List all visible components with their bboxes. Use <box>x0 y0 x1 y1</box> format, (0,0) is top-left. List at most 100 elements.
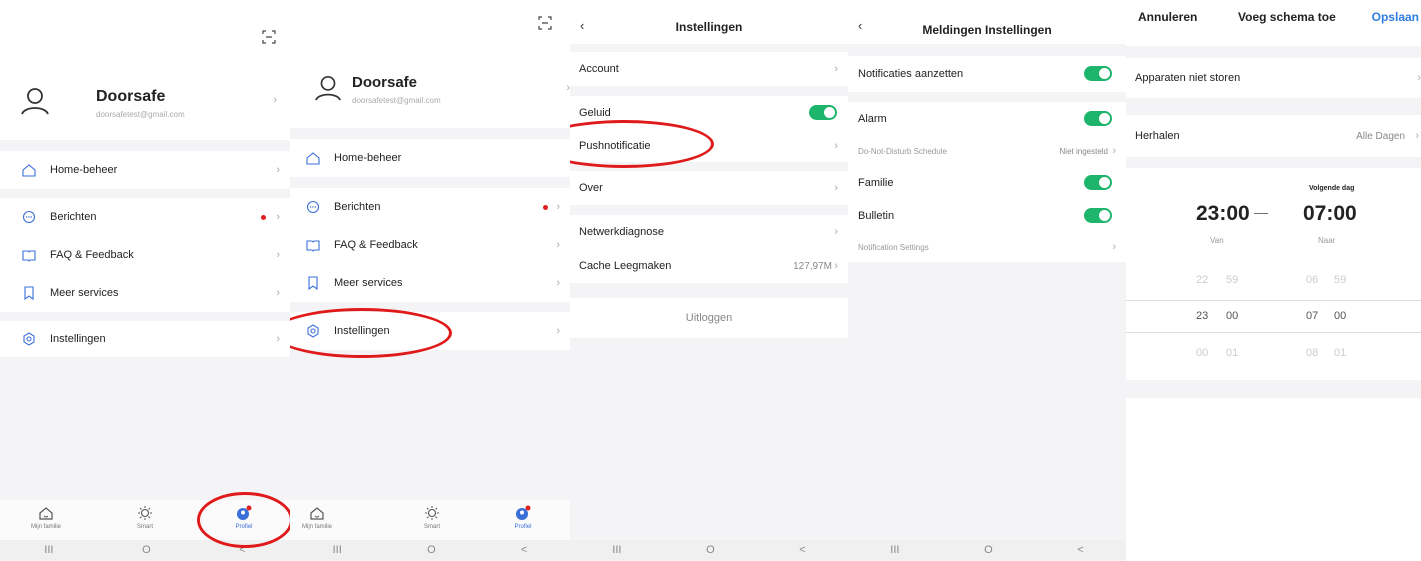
menu-item-label: FAQ & Feedback <box>334 239 418 251</box>
from-label: Van <box>1210 236 1224 245</box>
recent-apps-button[interactable]: III <box>44 544 53 556</box>
menu-item-label: Meer services <box>50 287 119 299</box>
bookmark-icon <box>22 286 36 301</box>
profile-header[interactable]: Doorsafe doorsafetest@gmail.com › <box>314 72 570 112</box>
system-nav-bar: III O < <box>290 540 570 560</box>
enable-toggle[interactable] <box>1084 66 1112 81</box>
menu-item-faq[interactable]: FAQ & Feedback › <box>0 236 290 274</box>
sun-icon <box>138 506 152 520</box>
nav-item-smart[interactable]: Smart <box>120 505 170 530</box>
minute-value: 00 <box>1226 310 1239 322</box>
alarm-toggle[interactable] <box>1084 111 1112 126</box>
back-button[interactable]: < <box>1077 544 1083 556</box>
chevron-right-icon: › <box>276 333 280 345</box>
notification-settings-screen: ‹ Meldingen Instellingen Notificaties aa… <box>848 0 1126 561</box>
notif-enable[interactable]: Notificaties aanzetten <box>848 56 1126 92</box>
back-button[interactable]: < <box>799 544 805 556</box>
highlight-oval-settings <box>290 308 452 358</box>
nav-label: Smart <box>423 524 440 530</box>
nav-item-family[interactable]: Mijn familie <box>21 505 71 530</box>
notif-dnd[interactable]: Do-Not-Disturb Schedule Niet ingesteld › <box>848 136 1126 166</box>
avatar-icon <box>314 74 342 107</box>
menu-item-label: Berichten <box>50 211 97 223</box>
notif-family[interactable]: Familie <box>848 166 1126 200</box>
home-button[interactable]: O <box>706 544 715 556</box>
notif-alarm[interactable]: Alarm <box>848 102 1126 136</box>
message-icon <box>306 200 320 214</box>
sound-toggle[interactable] <box>809 105 837 120</box>
minute-value: 00 <box>1334 310 1347 322</box>
dnd-value: Niet ingesteld <box>1059 146 1108 156</box>
menu-item-settings[interactable]: Instellingen › <box>0 321 290 357</box>
nav-item-family[interactable]: Mijn familie <box>292 505 342 530</box>
cancel-button[interactable]: Annuleren <box>1138 10 1197 24</box>
nav-label: Profiel <box>514 524 532 530</box>
profile-icon <box>516 505 531 520</box>
book-icon <box>306 238 320 252</box>
cache-size: 127,97M <box>793 260 832 272</box>
row-label: Notification Settings <box>858 242 929 252</box>
system-nav-bar: III O < <box>848 540 1126 560</box>
bottom-nav: Mijn familie Smart Profiel <box>290 500 570 540</box>
notif-settings[interactable]: Notification Settings › <box>848 232 1126 262</box>
logout-button[interactable]: Uitloggen <box>570 298 848 338</box>
chevron-right-icon: › <box>276 249 280 261</box>
menu-item-services[interactable]: Meer services › <box>290 264 570 302</box>
profile-header[interactable]: Doorsafe doorsafetest@gmail.com › <box>20 84 285 124</box>
hour-value: 07 <box>1306 310 1319 322</box>
row-label: Do-Not-Disturb Schedule <box>858 146 947 156</box>
nav-item-smart[interactable]: Smart <box>407 505 457 530</box>
chevron-right-icon: › <box>273 94 277 106</box>
home-button[interactable]: O <box>427 544 436 556</box>
profile-email: doorsafetest@gmail.com <box>352 96 441 105</box>
hour-value: 22 <box>1196 274 1209 286</box>
scan-icon[interactable] <box>538 16 552 35</box>
scan-icon[interactable] <box>262 30 276 49</box>
menu-item-home[interactable]: Home-beheer › <box>0 151 290 189</box>
settings-about[interactable]: Over › <box>570 171 848 205</box>
repeat-row[interactable]: Herhalen Alle Dagen › <box>1126 115 1421 157</box>
profile-email: doorsafetest@gmail.com <box>96 110 185 119</box>
devices-dnd[interactable]: Apparaten niet storen › <box>1126 58 1421 98</box>
minute-value: 01 <box>1226 347 1239 359</box>
menu-item-label: Instellingen <box>50 333 106 345</box>
recent-apps-button[interactable]: III <box>612 544 621 556</box>
highlight-oval-profile <box>197 492 290 548</box>
minute-value: 01 <box>1334 347 1347 359</box>
home-icon <box>306 151 320 165</box>
row-label: Geluid <box>579 106 611 119</box>
minute-value: 59 <box>1226 274 1239 286</box>
chevron-right-icon: › <box>1112 241 1116 253</box>
chevron-right-icon: › <box>556 277 560 289</box>
menu-item-faq[interactable]: FAQ & Feedback › <box>290 226 570 264</box>
save-button[interactable]: Opslaan <box>1372 10 1419 24</box>
nav-item-profile[interactable]: Profiel <box>498 505 548 530</box>
home-button[interactable]: O <box>142 544 151 556</box>
menu-item-home[interactable]: Home-beheer <box>290 139 570 177</box>
hour-value: 23 <box>1196 310 1209 322</box>
nav-label: Mijn familie <box>301 524 332 530</box>
chevron-right-icon: › <box>1415 130 1419 142</box>
menu-item-messages[interactable]: Berichten › <box>0 198 290 236</box>
menu-item-messages[interactable]: Berichten › <box>290 188 570 226</box>
home-button[interactable]: O <box>984 544 993 556</box>
menu-item-label: Home-beheer <box>334 152 402 164</box>
page-title: Instellingen <box>675 20 743 34</box>
time-picker[interactable] <box>1126 168 1421 380</box>
notif-bulletin[interactable]: Bulletin <box>848 200 1126 232</box>
back-button[interactable]: < <box>521 544 527 556</box>
avatar-icon <box>20 86 50 121</box>
chevron-right-icon: › <box>1112 145 1116 157</box>
recent-apps-button[interactable]: III <box>333 544 342 556</box>
bulletin-toggle[interactable] <box>1084 208 1112 223</box>
settings-account[interactable]: Account › <box>570 52 848 86</box>
settings-cache[interactable]: Cache Leegmaken 127,97M › <box>570 249 848 283</box>
chevron-right-icon: › <box>834 139 838 152</box>
row-label: Bulletin <box>858 210 895 222</box>
menu-item-label: Berichten <box>334 201 381 213</box>
recent-apps-button[interactable]: III <box>890 544 899 556</box>
family-toggle[interactable] <box>1084 175 1112 190</box>
menu-item-services[interactable]: Meer services › <box>0 274 290 312</box>
settings-network[interactable]: Netwerkdiagnose › <box>570 215 848 249</box>
nav-label: Mijn familie <box>30 524 61 530</box>
